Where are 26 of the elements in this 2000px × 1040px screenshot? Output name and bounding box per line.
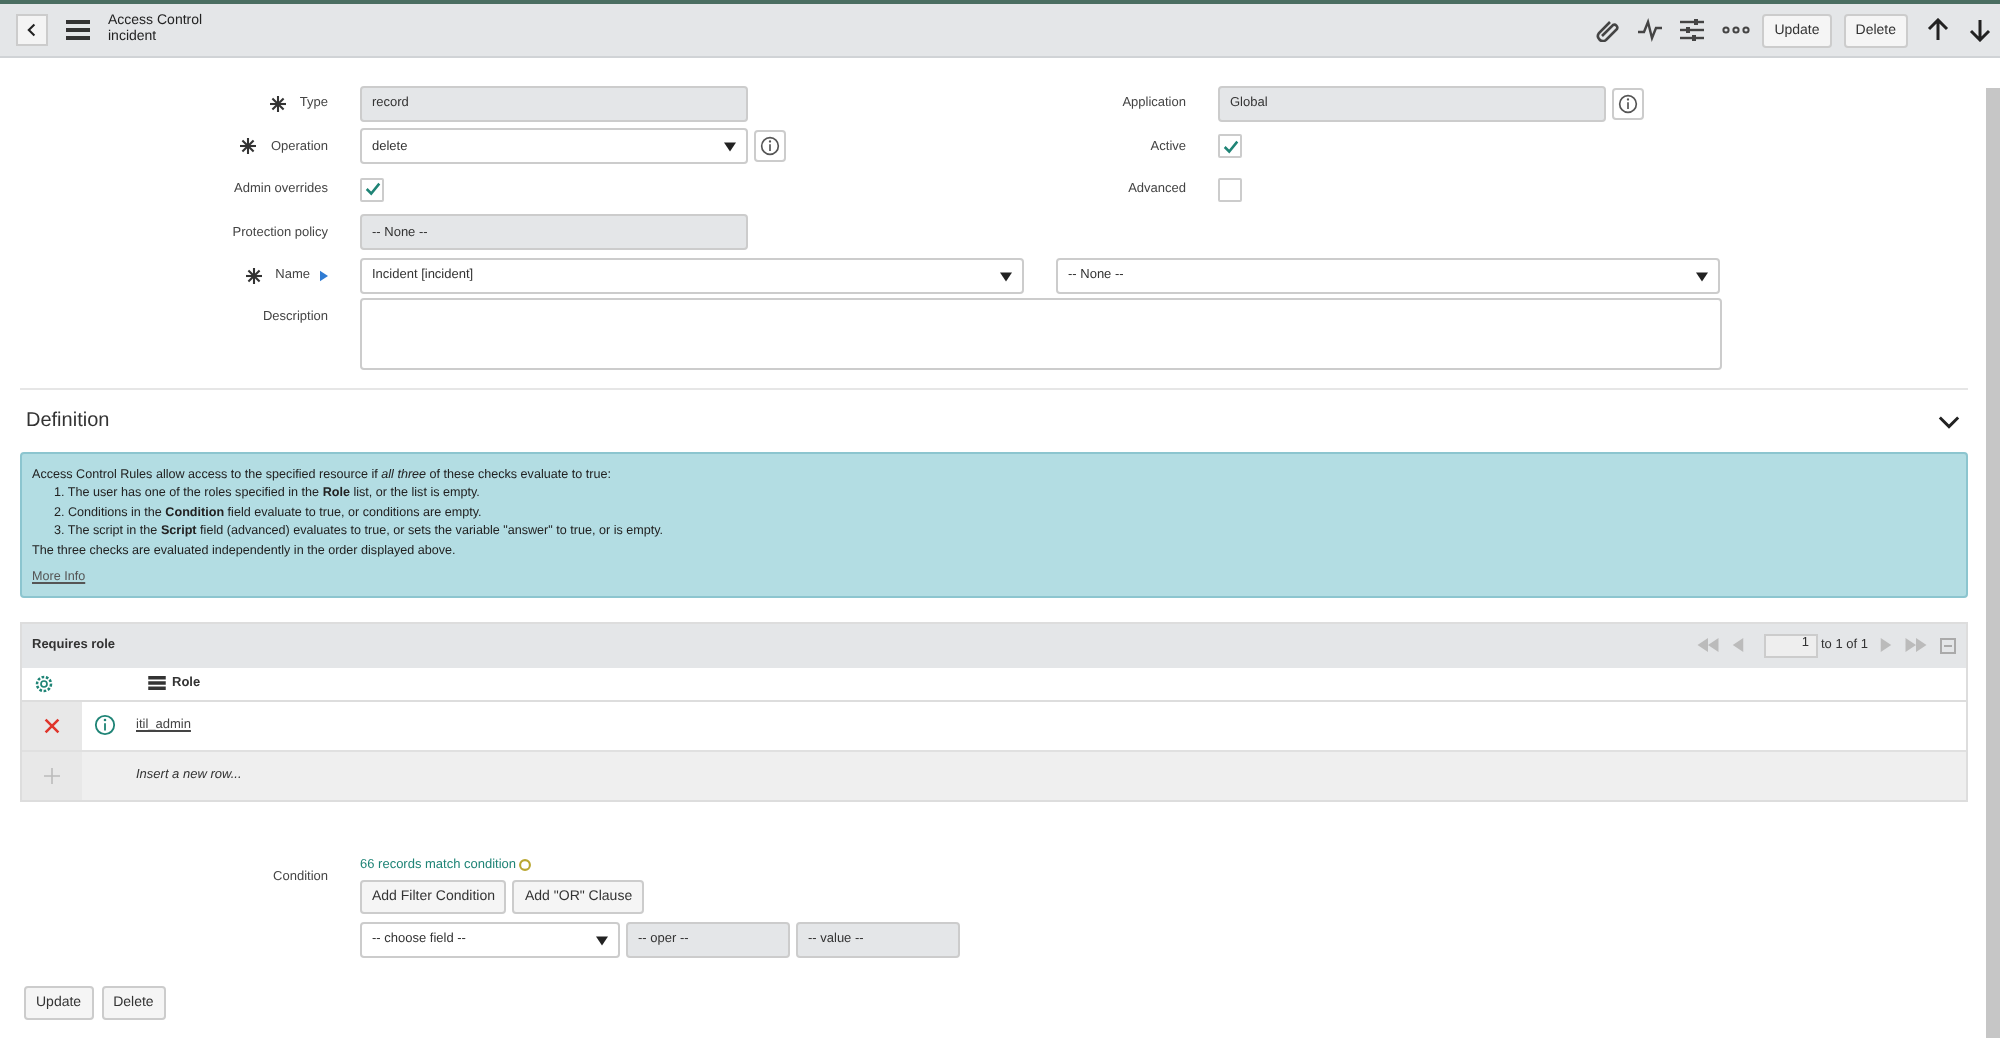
description-field[interactable] <box>360 297 1722 369</box>
settings-sliders-icon[interactable] <box>1680 18 1705 42</box>
settings-icon[interactable] <box>34 673 54 693</box>
up-arrow-icon[interactable] <box>1926 18 1950 42</box>
chevron-icon[interactable] <box>1938 413 1960 429</box>
menu-icon[interactable] <box>66 20 90 40</box>
dropdown-arrow-icon[interactable] <box>1696 271 1708 282</box>
dropdown-arrow-icon[interactable] <box>1000 271 1012 282</box>
down-arrow-icon[interactable] <box>1968 18 1992 42</box>
activity-icon[interactable] <box>1638 18 1663 42</box>
info-button[interactable] <box>754 130 786 163</box>
info-icon[interactable] <box>94 714 116 736</box>
dropdown-arrow-icon[interactable] <box>724 142 736 153</box>
more-icon[interactable] <box>1722 26 1751 34</box>
chevron-left-icon[interactable] <box>24 22 40 38</box>
checkbox[interactable] <box>360 177 384 202</box>
checkbox[interactable] <box>1218 134 1242 159</box>
checkbox[interactable] <box>1218 177 1242 202</box>
column-menu-icon[interactable] <box>148 676 166 690</box>
back-button[interactable] <box>16 14 48 46</box>
reference-arrow-icon[interactable] <box>320 269 328 282</box>
section-title: Definition <box>26 410 110 432</box>
info-button[interactable] <box>1612 87 1644 120</box>
dropdown-arrow-icon[interactable] <box>596 935 608 945</box>
close-icon[interactable] <box>44 717 60 733</box>
paperclip-icon[interactable] <box>1596 18 1621 42</box>
